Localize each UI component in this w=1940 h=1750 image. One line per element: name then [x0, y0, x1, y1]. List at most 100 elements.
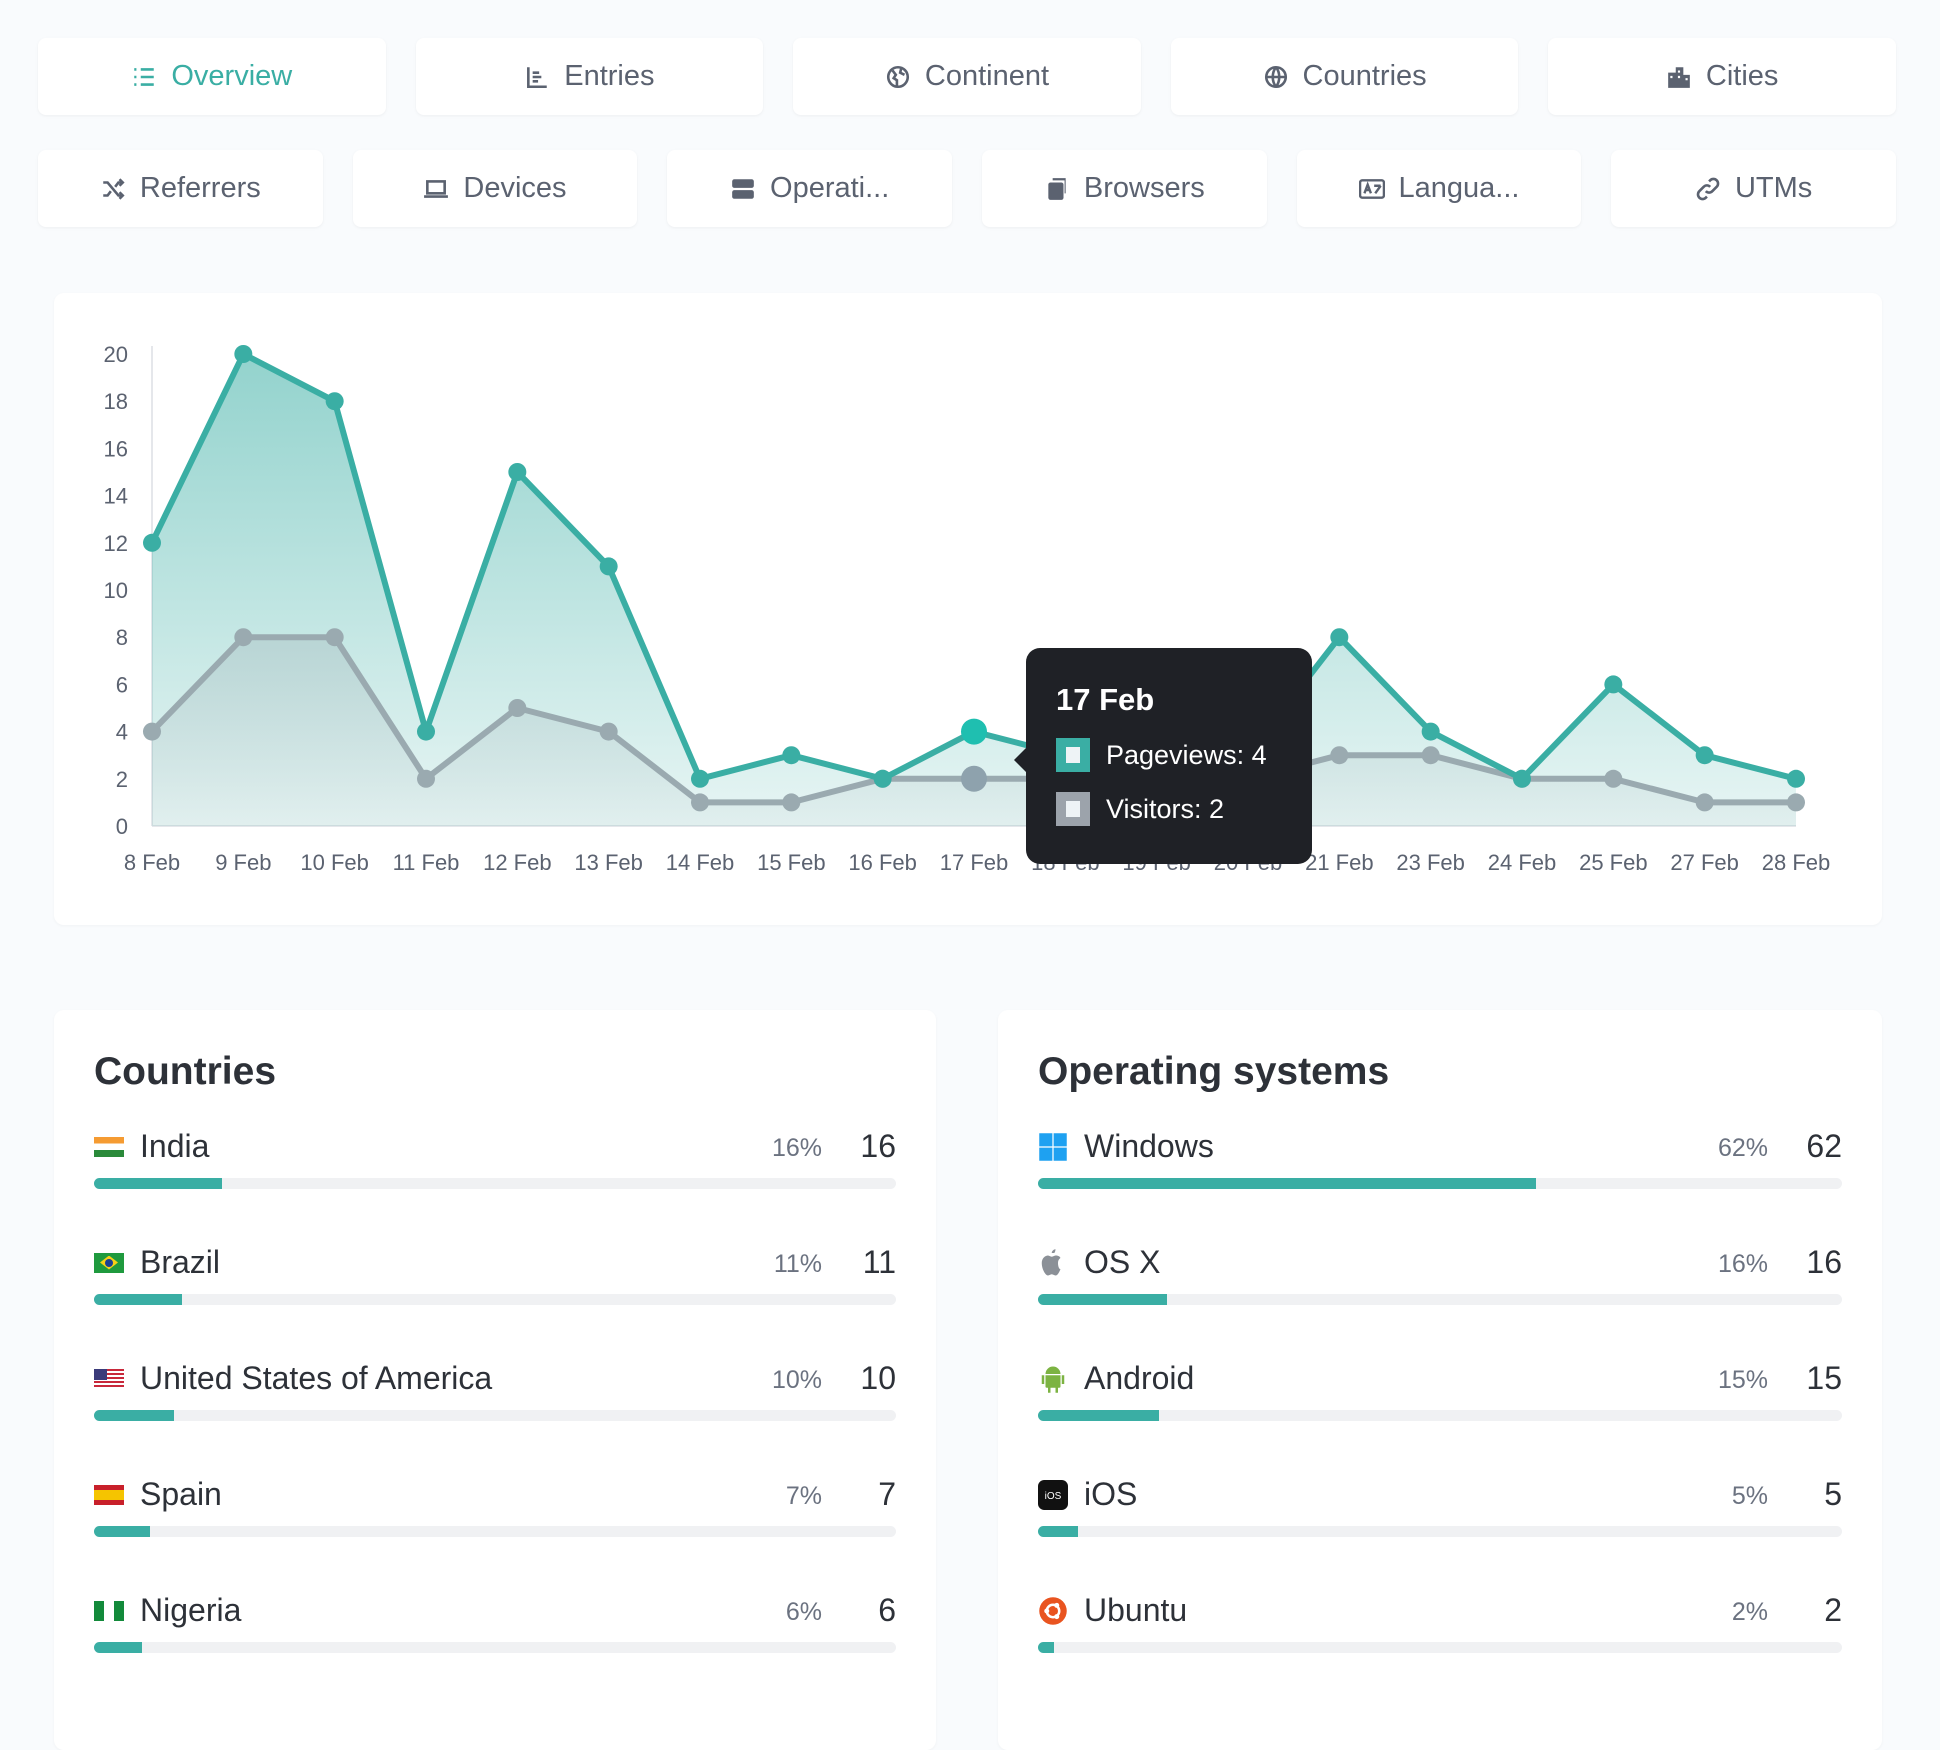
y-tick-label: 20: [104, 342, 128, 367]
ios-icon: iOS: [1038, 1479, 1068, 1510]
item-count: 16: [1806, 1244, 1842, 1280]
visitors-point: [1787, 793, 1805, 812]
x-tick-label: 23 Feb: [1396, 850, 1465, 875]
chart-tooltip: 17 Feb Pageviews: 4 Visitors: 2: [1014, 648, 1312, 864]
item-name: iOS: [1084, 1476, 1138, 1512]
pageviews-point: [325, 392, 344, 411]
list-item[interactable]: Android 15% 15: [1038, 1360, 1842, 1430]
pageviews-point: [1421, 722, 1440, 741]
item-percent: 15%: [1717, 1366, 1768, 1394]
x-tick-label: 8 Feb: [124, 850, 180, 875]
item-percent: 16%: [771, 1134, 822, 1162]
progress-fill: [94, 1642, 143, 1653]
pageviews-chart: 0 2 4 6 8 10 12 14 16 18 20 8 Feb 9 Feb 10 Feb 11 Feb 1…: [104, 342, 1831, 875]
progress-fill: [1038, 1410, 1159, 1421]
visitors-point: [1604, 769, 1623, 788]
visitors-point: [508, 699, 527, 717]
item-name: Ubuntu: [1084, 1592, 1188, 1628]
progress-fill: [94, 1178, 223, 1189]
y-tick-label: 4: [116, 720, 128, 745]
progress-fill: [94, 1410, 175, 1421]
progress-bar: [94, 1410, 896, 1421]
x-tick-label: 12 Feb: [483, 850, 552, 875]
item-count: 7: [878, 1476, 896, 1512]
pageviews-point: [417, 722, 435, 741]
nigeria-flag-icon: [94, 1600, 124, 1621]
pageviews-point: [1513, 769, 1531, 788]
progress-bar: [1038, 1294, 1842, 1305]
visitors-swatch: [1056, 792, 1090, 826]
item-count: 6: [878, 1592, 896, 1628]
visitors-point: [417, 769, 435, 788]
usa-flag-icon: [94, 1368, 124, 1389]
progress-fill: [1038, 1526, 1079, 1537]
x-tick-label: 27 Feb: [1670, 850, 1739, 875]
apple-icon: [1038, 1248, 1068, 1278]
list-item[interactable]: Ubuntu 2% 2: [1038, 1592, 1842, 1662]
pageviews-swatch: [1056, 738, 1090, 772]
pageviews-point: [234, 345, 253, 363]
windows-icon: [1038, 1132, 1068, 1162]
item-name: Windows: [1084, 1128, 1214, 1164]
progress-bar: [94, 1294, 896, 1305]
x-tick-label: 11 Feb: [393, 850, 460, 875]
x-tick-label: 13 Feb: [574, 850, 643, 875]
list-item[interactable]: Nigeria 6% 6: [94, 1592, 896, 1662]
progress-bar: [1038, 1526, 1842, 1537]
y-tick-label: 16: [104, 436, 128, 461]
x-tick-label: 24 Feb: [1488, 850, 1557, 875]
os-title: Operating systems: [1038, 1050, 1390, 1093]
list-item[interactable]: India 16% 16: [94, 1128, 896, 1198]
countries-card: Countries India 16% 16 Brazil 11% 11 Uni…: [54, 1010, 936, 1750]
visitors-point: [1330, 746, 1349, 765]
visitors-point: [325, 628, 344, 647]
pageviews-point: [691, 769, 709, 788]
list-item[interactable]: OS X 16% 16: [1038, 1244, 1842, 1314]
x-tick-label: 9 Feb: [215, 850, 271, 875]
y-tick-label: 0: [116, 814, 128, 839]
visitors-point: [234, 628, 253, 647]
item-percent: 10%: [771, 1366, 822, 1394]
visitors-point: [961, 765, 987, 792]
pageviews-point: [782, 746, 801, 765]
list-item[interactable]: Windows 62% 62: [1038, 1128, 1842, 1198]
visitors-point: [1695, 793, 1714, 812]
pageviews-point: [1604, 675, 1623, 694]
x-tick-label: 14 Feb: [666, 850, 735, 875]
pageviews-point: [873, 769, 892, 788]
x-tick-label: 25 Feb: [1579, 850, 1648, 875]
item-name: Brazil: [140, 1244, 221, 1280]
item-count: 15: [1806, 1360, 1842, 1396]
y-tick-label: 12: [104, 531, 128, 556]
pageviews-point: [1787, 769, 1805, 788]
pageviews-point: [143, 533, 161, 552]
list-item[interactable]: United States of America 10% 10: [94, 1360, 896, 1430]
tooltip-visitors: Visitors: 2: [1106, 793, 1225, 824]
tooltip-title: 17 Feb: [1056, 682, 1155, 717]
pageviews-point: [508, 463, 527, 481]
svg-text:iOS: iOS: [1045, 1490, 1062, 1501]
visitors-point: [782, 793, 801, 812]
item-name: OS X: [1084, 1244, 1161, 1280]
visitors-point: [691, 793, 709, 812]
list-item[interactable]: Brazil 11% 11: [94, 1244, 896, 1314]
spain-flag-icon: [94, 1484, 124, 1505]
item-percent: 62%: [1717, 1134, 1768, 1162]
progress-fill: [1038, 1294, 1167, 1305]
list-item[interactable]: iOS iOS 5% 5: [1038, 1476, 1842, 1546]
item-name: Spain: [140, 1476, 222, 1512]
pageviews-point: [1330, 628, 1349, 647]
chart-card: 0 2 4 6 8 10 12 14 16 18 20 8 Feb 9 Feb 10 Feb 11 Feb 1…: [54, 293, 1882, 925]
countries-title: Countries: [94, 1050, 277, 1093]
item-percent: 7%: [785, 1482, 822, 1510]
x-tick-label: 17 Feb: [940, 850, 1009, 875]
item-percent: 5%: [1731, 1482, 1768, 1510]
brazil-flag-icon: [94, 1252, 124, 1273]
item-count: 5: [1824, 1476, 1842, 1512]
list-item[interactable]: Spain 7% 7: [94, 1476, 896, 1546]
progress-fill: [94, 1294, 183, 1305]
visitors-point: [599, 722, 618, 741]
tooltip-pageviews: Pageviews: 4: [1106, 739, 1267, 770]
pageviews-point: [961, 718, 987, 745]
visitors-point: [143, 722, 161, 741]
